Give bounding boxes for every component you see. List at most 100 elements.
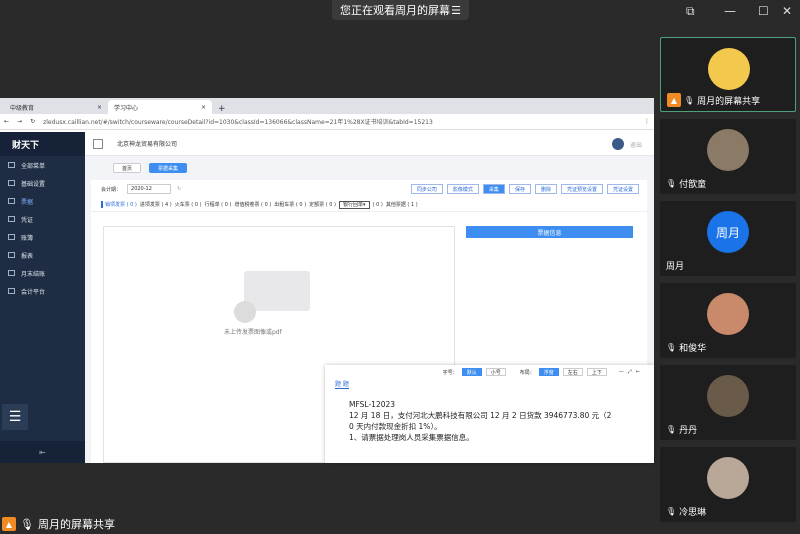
sharing-banner-text: 您正在观看周月的屏幕: [340, 4, 450, 17]
app-page: 财天下 全部菜单 基础设置 票据 凭证 账簿 报表 月末结账 会计平台 ☰ ⇤ …: [0, 132, 654, 463]
category-select[interactable]: 银行回单 ▾: [339, 200, 370, 209]
menu-icon[interactable]: ☰: [2, 404, 28, 430]
refresh-icon[interactable]: ↻: [177, 186, 181, 192]
meeting-window: 您正在观看周月的屏幕 ☰ ⧉ — ☐ ✕ 中级教育 × 学习中心 × + ← → ↻…: [0, 0, 800, 534]
sharing-banner[interactable]: 您正在观看周月的屏幕 ☰: [332, 0, 469, 20]
avatar: 周月: [707, 211, 749, 253]
address-bar: ← → ↻ zledusx.caillian.net/#/switch/cour…: [0, 114, 654, 130]
tab-home[interactable]: 首页: [113, 163, 142, 173]
mic-icon: 🎙: [684, 95, 695, 105]
delete-button[interactable]: 删除: [534, 184, 557, 194]
forward-icon[interactable]: →: [17, 118, 22, 125]
share-icon: ▲: [667, 93, 681, 107]
settings-icon: [8, 180, 15, 186]
tab-label: 中级教育: [10, 104, 35, 112]
panel-toolbar: 字号： 默认 小号 布局： 浮窗 左右 上下 — ⤢ ←: [325, 365, 654, 379]
select-count: ( 0 ): [372, 201, 383, 208]
participant-tile[interactable]: 🎙 丹丹: [660, 365, 796, 440]
category-sales-invoice[interactable]: 销项发票 ( 0 ): [101, 201, 137, 208]
share-icon: ▲: [2, 517, 16, 531]
reload-icon[interactable]: ↻: [30, 118, 35, 125]
browser-tab-active[interactable]: 学习中心 ×: [108, 100, 212, 114]
bill-categories: 销项发票 ( 0 ) 进项发票 ( 4 ) 火车票 ( 0 ) 行程单 ( 0 …: [91, 198, 647, 212]
task-text: MFSL-12023 12 月 18 日，支付河北大鹏科技有限公司 12 月 2…: [325, 389, 625, 443]
layout-lr-button[interactable]: 左右: [562, 368, 583, 376]
category-other[interactable]: 其他票据 ( 1 ): [386, 201, 418, 208]
font-label: 字号：: [442, 369, 458, 376]
sidebar-item-bills[interactable]: 票据: [0, 192, 85, 210]
new-tab-icon[interactable]: +: [218, 104, 226, 114]
category-vat-roll[interactable]: 增值税卷票 ( 0 ): [234, 201, 271, 208]
expand-icon[interactable]: ⤢: [628, 369, 632, 375]
voucher-settings-button[interactable]: 凭证设置: [606, 184, 639, 194]
category-train-ticket[interactable]: 火车票 ( 0 ): [175, 201, 202, 208]
layout-float-button[interactable]: 浮窗: [538, 368, 559, 376]
avatar: [707, 129, 749, 171]
category-itinerary[interactable]: 行程单 ( 0 ): [205, 201, 232, 208]
avatar: [708, 48, 750, 90]
sidebar-item-settings[interactable]: 基础设置: [0, 174, 85, 192]
sidebar-item-month-end[interactable]: 月末结账: [0, 264, 85, 282]
sidebar-item-label: 票据: [21, 198, 34, 206]
font-small-button[interactable]: 小号: [485, 368, 506, 376]
close-icon[interactable]: ×: [201, 104, 206, 111]
sidebar-item-label: 报表: [21, 252, 34, 260]
sidebar-item-books[interactable]: 账簿: [0, 228, 85, 246]
minimize-icon[interactable]: —: [619, 369, 624, 375]
mic-muted-icon: 🎙: [666, 179, 677, 188]
mic-muted-icon: 🎙: [666, 507, 677, 516]
more-icon[interactable]: ⋮: [644, 118, 650, 125]
sidebar-item-reports[interactable]: 报表: [0, 246, 85, 264]
image-mode-button[interactable]: 影像模式: [446, 184, 479, 194]
arrow-left-icon[interactable]: ←: [636, 369, 640, 375]
sync-company-button[interactable]: 同步公司: [410, 184, 443, 194]
participant-tile[interactable]: ▲ 🎙 周月的屏幕共享: [660, 37, 796, 112]
sidebar-item-vouchers[interactable]: 凭证: [0, 210, 85, 228]
font-default-button[interactable]: 默认: [461, 368, 482, 376]
avatar[interactable]: [612, 138, 624, 150]
empty-illustration-shape: [234, 301, 256, 323]
panel-tab[interactable]: 题 题: [335, 379, 349, 389]
category-quota[interactable]: 定额票 ( 0 ): [309, 201, 336, 208]
grid-icon[interactable]: [93, 138, 103, 149]
participant-tile[interactable]: 🎙 冷思琳: [660, 447, 796, 522]
tab-bill-collect[interactable]: 票据采集: [149, 163, 188, 173]
company-name: 北京神龙贸易有限公司: [117, 141, 178, 148]
period-input[interactable]: 2020-12: [127, 184, 172, 194]
back-icon[interactable]: ←: [4, 118, 9, 125]
app-header: 北京神龙贸易有限公司 退出: [85, 132, 654, 156]
period-label: 会计期：: [101, 186, 122, 193]
sidebar-item-all[interactable]: 全部菜单: [0, 156, 85, 174]
sidebar-item-platform[interactable]: 会计平台: [0, 282, 85, 300]
category-taxi[interactable]: 出租车票 ( 0 ): [274, 201, 306, 208]
restore-icon[interactable]: ⧉: [686, 4, 695, 19]
url-field[interactable]: zledusx.caillian.net/#/switch/courseware…: [43, 117, 636, 126]
participant-tile[interactable]: 🎙 付歆童: [660, 119, 796, 194]
voucher-preview-button[interactable]: 凭证预览设置: [560, 184, 603, 194]
save-button[interactable]: 保存: [508, 184, 531, 194]
avatar: [707, 293, 749, 335]
participant-tile[interactable]: 🎙 和俊华: [660, 283, 796, 358]
collapse-icon[interactable]: ⇤: [0, 441, 85, 463]
participant-name: 丹丹: [679, 426, 698, 436]
chevron-down-icon: ▾: [363, 201, 366, 208]
app-logo: 财天下: [0, 132, 85, 156]
mic-muted-icon: 🎙: [666, 343, 677, 352]
close-icon[interactable]: ×: [97, 104, 102, 111]
task-line: 1、请票据处理岗人员采集票据信息。: [349, 433, 474, 442]
main-content: 北京神龙贸易有限公司 退出 首页 票据采集 会计期： 2020-12 ↻ 同步公…: [85, 132, 654, 463]
category-input-invoice[interactable]: 进项发票 ( 4 ): [140, 201, 172, 208]
participant-tile[interactable]: 周月 周月: [660, 201, 796, 276]
logout-link[interactable]: 退出: [630, 140, 642, 149]
collect-button[interactable]: 采集: [482, 184, 505, 194]
sidebar-item-label: 全部菜单: [21, 162, 46, 170]
close-icon[interactable]: ✕: [782, 4, 792, 18]
minimize-icon[interactable]: —: [724, 4, 736, 18]
layout-tb-button[interactable]: 上下: [586, 368, 607, 376]
menu-icon[interactable]: ☰: [451, 4, 461, 17]
sidebar-item-label: 基础设置: [21, 180, 46, 188]
maximize-icon[interactable]: ☐: [758, 4, 769, 18]
browser-tab[interactable]: 中级教育 ×: [4, 100, 108, 114]
avatar: [707, 457, 749, 499]
share-status-label: 周月的屏幕共享: [37, 518, 115, 531]
